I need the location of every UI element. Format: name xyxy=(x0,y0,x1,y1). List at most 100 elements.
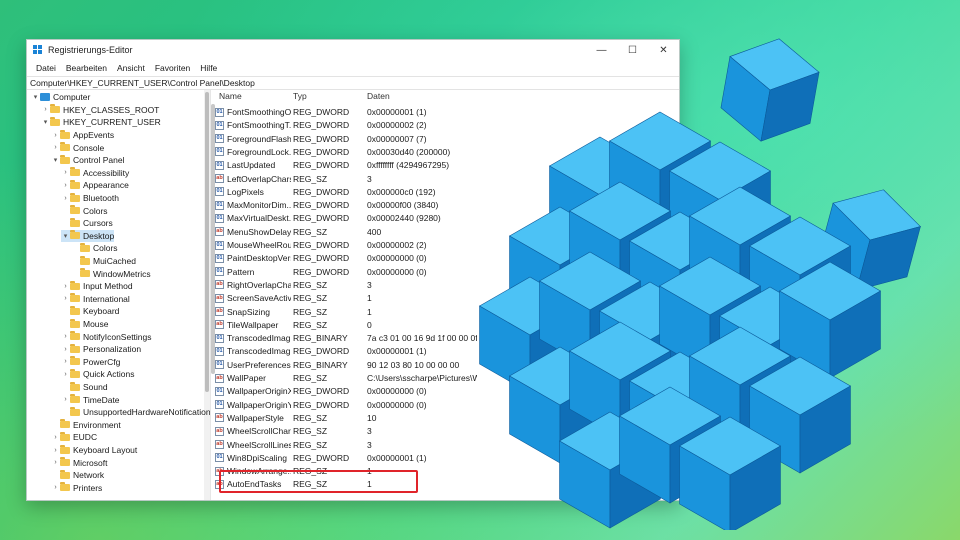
key-tree[interactable]: ▾ Computer › HKEY_CLASSES_ROOT ▾ HKEY_CURRENT… xyxy=(27,90,211,500)
chevron-right-icon[interactable]: › xyxy=(51,144,60,151)
tree-node-label: Accessibility xyxy=(83,167,130,178)
column-data[interactable]: Daten xyxy=(367,91,390,101)
folder-icon xyxy=(70,167,80,177)
folder-icon xyxy=(70,217,80,227)
menu-favoriten[interactable]: Favoriten xyxy=(150,63,195,73)
chevron-right-icon[interactable]: › xyxy=(61,182,70,189)
tree-node[interactable]: › Printers xyxy=(51,482,102,495)
folder-icon xyxy=(60,469,70,479)
menu-bearbeiten[interactable]: Bearbeiten xyxy=(61,63,112,73)
chevron-right-icon[interactable]: › xyxy=(61,358,70,365)
tree-node[interactable]: Colors xyxy=(61,204,108,217)
tree-node[interactable]: › Appearance xyxy=(61,179,129,192)
tree-scrollbar[interactable] xyxy=(204,90,210,500)
tree-node[interactable]: › EUDC xyxy=(51,431,97,444)
string-value-icon: ab xyxy=(215,413,224,423)
chevron-right-icon[interactable]: › xyxy=(61,346,70,353)
chevron-right-icon[interactable]: › xyxy=(61,396,70,403)
chevron-right-icon[interactable]: › xyxy=(61,333,70,340)
tree-node[interactable]: › NotifyIconSettings xyxy=(61,330,152,343)
value-name: MenuShowDelay xyxy=(227,226,291,237)
tree-node[interactable]: › International xyxy=(61,293,130,306)
tree-node[interactable]: › PowerCfg xyxy=(61,356,120,369)
tree-node-label: WindowMetrics xyxy=(93,268,151,279)
tree-node[interactable]: › Microsoft xyxy=(51,456,107,469)
tree-node[interactable]: ▾ Desktop xyxy=(61,229,115,243)
tree-scrollbar-thumb[interactable] xyxy=(205,92,209,392)
tree-node[interactable]: Colors xyxy=(71,242,118,255)
chevron-down-icon[interactable]: ▾ xyxy=(31,93,40,101)
chevron-down-icon[interactable]: ▾ xyxy=(51,156,60,164)
string-value-icon: ab xyxy=(215,320,224,330)
tree-node[interactable]: Cursors xyxy=(61,217,113,230)
chevron-right-icon[interactable]: › xyxy=(61,371,70,378)
tree-node[interactable]: Network xyxy=(51,469,104,482)
tree-node-label: NotifyIconSettings xyxy=(83,331,152,342)
value-data: 3 xyxy=(367,279,372,290)
tree-node[interactable]: › Console xyxy=(51,141,104,154)
autoendtasks-highlight-box xyxy=(219,470,418,493)
tree-node[interactable]: › Accessibility xyxy=(61,167,129,180)
chevron-right-icon[interactable]: › xyxy=(51,484,60,491)
menu-hilfe[interactable]: Hilfe xyxy=(195,63,222,73)
tree-node[interactable]: Keyboard xyxy=(61,305,119,318)
tree-node[interactable]: › Input Method xyxy=(61,280,133,293)
folder-icon xyxy=(60,154,70,164)
tree-node[interactable]: UnsupportedHardwareNotificationCach xyxy=(61,406,210,419)
tree-node[interactable]: › Bluetooth xyxy=(61,192,119,205)
binary-value-icon: 01 xyxy=(215,267,224,277)
chevron-right-icon[interactable]: › xyxy=(61,169,70,176)
tree-node[interactable]: ▾ Control Panel xyxy=(51,154,125,167)
tree-node[interactable]: › TimeDate xyxy=(61,393,120,406)
chevron-right-icon[interactable]: › xyxy=(61,295,70,302)
value-data: 0x000000c0 (192) xyxy=(367,186,436,197)
value-type: REG_DWORD xyxy=(293,133,350,144)
chevron-right-icon[interactable]: › xyxy=(41,106,50,113)
tree-node[interactable]: › Quick Actions xyxy=(61,368,135,381)
column-type[interactable]: Typ xyxy=(293,91,307,101)
tree-node[interactable]: ▾ HKEY_CURRENT_USER xyxy=(41,116,161,129)
tree-node-label: Keyboard Layout xyxy=(73,445,138,456)
menu-datei[interactable]: Datei xyxy=(31,63,61,73)
value-data: C:\Users\sscharpe\Pictures\Wallpap xyxy=(367,373,477,383)
tree-node[interactable]: › Personalization xyxy=(61,343,141,356)
value-type: REG_DWORD xyxy=(293,253,350,264)
value-type: REG_SZ xyxy=(293,439,328,450)
tree-node-label: Sound xyxy=(83,382,108,393)
menu-ansicht[interactable]: Ansicht xyxy=(112,63,150,73)
tree-node[interactable]: › AppEvents xyxy=(51,129,114,142)
tree-node[interactable]: Sound xyxy=(61,381,108,394)
binary-value-icon: 01 xyxy=(215,253,224,263)
chevron-down-icon[interactable]: ▾ xyxy=(61,232,70,240)
tree-node[interactable]: Mouse xyxy=(61,318,109,331)
chevron-right-icon[interactable]: › xyxy=(51,434,60,441)
tree-node-label: Input Method xyxy=(83,281,133,292)
value-data: 0xffffffff (4294967295) xyxy=(367,160,450,171)
tree-node[interactable]: › HKEY_CLASSES_ROOT xyxy=(41,104,159,117)
chevron-right-icon[interactable]: › xyxy=(61,195,70,202)
tree-node[interactable]: WindowMetrics xyxy=(71,267,151,280)
tree-node-label: Computer xyxy=(53,92,91,103)
binary-value-icon: 01 xyxy=(215,386,224,396)
tree-node[interactable]: › Keyboard Layout xyxy=(51,444,137,457)
value-name: WallpaperOriginX xyxy=(227,386,291,397)
column-name[interactable]: Name xyxy=(219,91,242,101)
value-data: 7a c3 01 00 16 9d 1f 00 00 0f 00 00 xyxy=(367,333,477,344)
value-type: REG_DWORD xyxy=(293,146,350,157)
chevron-right-icon[interactable]: › xyxy=(51,459,60,466)
tree-node[interactable]: Environment xyxy=(51,419,121,432)
address-path[interactable]: Computer\HKEY_CURRENT_USER\Control Panel… xyxy=(30,78,255,88)
chevron-right-icon[interactable]: › xyxy=(61,283,70,290)
chevron-down-icon[interactable]: ▾ xyxy=(41,118,50,126)
tree-node-label: Microsoft xyxy=(73,457,108,468)
value-type: REG_SZ xyxy=(293,173,328,184)
value-name: PaintDesktopVers... xyxy=(227,253,291,264)
tree-node[interactable]: MuiCached xyxy=(71,255,136,268)
chevron-right-icon[interactable]: › xyxy=(51,447,60,454)
value-name: LeftOverlapChars xyxy=(227,173,291,184)
tree-node-label: Colors xyxy=(83,205,108,216)
binary-value-icon: 01 xyxy=(215,333,224,343)
tree-node[interactable]: ▾ Computer xyxy=(31,91,91,104)
chevron-right-icon[interactable]: › xyxy=(51,132,60,139)
value-data: 0x00002440 (9280) xyxy=(367,213,441,224)
